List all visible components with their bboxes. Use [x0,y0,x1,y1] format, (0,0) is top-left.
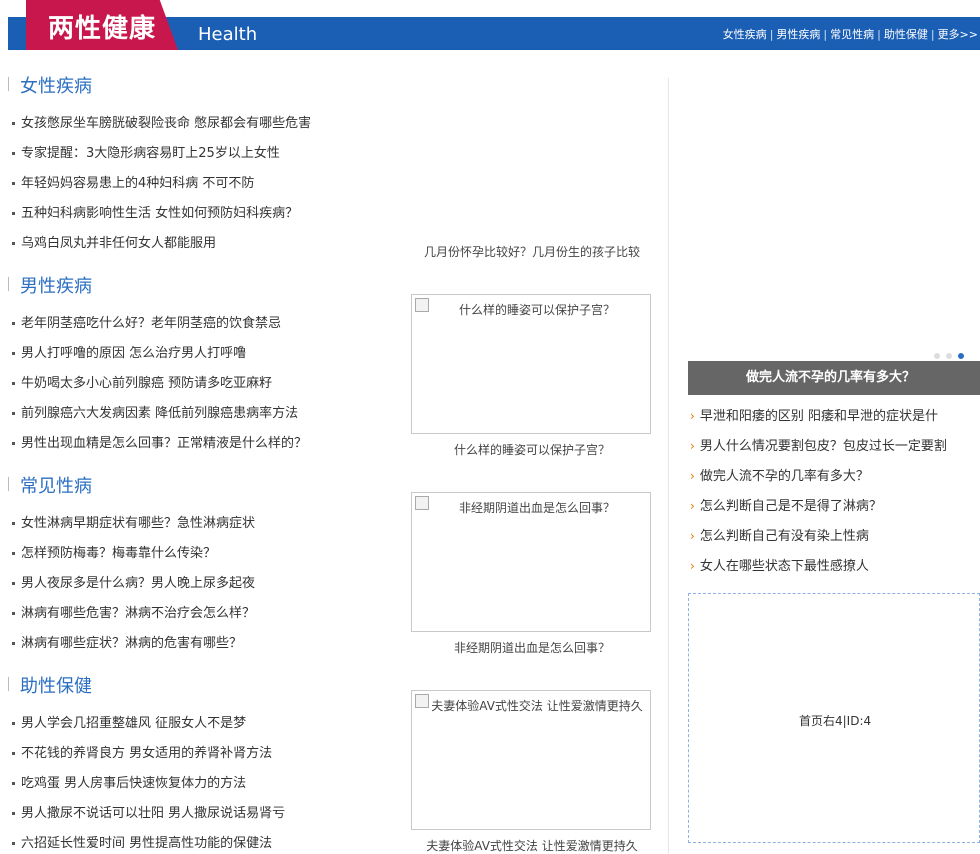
list-item[interactable]: 怎样预防梅毒？梅毒靠什么传染？ [12,542,255,572]
list-item[interactable]: 怎么判断自己有没有染上性病 [690,522,980,552]
list-item[interactable]: 女孩憋尿坐车膀胱破裂险丧命 憋尿都会有哪些危害 [12,112,311,142]
nav-sep: | [769,28,774,41]
list-item[interactable]: 男人夜尿多是什么病？男人晚上尿多起夜 [12,572,255,602]
list-item[interactable]: 男性出现血精是怎么回事？正常精液是什么样的？ [12,432,307,462]
list-item[interactable]: 牛奶喝太多小心前列腺癌 预防请多吃亚麻籽 [12,372,307,402]
top-nav: 女性疾病 | 男性疾病 | 常见性病 | 助性保健 | 更多>> [723,26,978,42]
image-caption[interactable]: 非经期阴道出血是怎么回事？ [408,639,656,656]
nav-link-std[interactable]: 常见性病 [830,28,874,41]
list-item[interactable]: 不花钱的养肾良方 男女适用的养肾补肾方法 [12,742,285,772]
list-item[interactable]: 男人学会几招重整雄风 征服女人不是梦 [12,712,285,742]
article-list: 老年阴茎癌吃什么好？老年阴茎癌的饮食禁忌 男人打呼噜的原因 怎么治疗男人打呼噜 … [12,312,307,462]
slider-dot-active[interactable] [958,353,964,359]
section-title[interactable]: 女性疾病 [8,72,92,98]
list-item[interactable]: 前列腺癌六大发病因素 降低前列腺癌患病率方法 [12,402,307,432]
slider-dot[interactable] [934,353,940,359]
broken-image-icon [415,694,429,708]
site-subtitle: Health [198,24,258,45]
nav-link-female[interactable]: 女性疾病 [723,28,767,41]
right-column: 做完人流不孕的几率有多大？ 早泄和阳痿的区别 阳痿和早泄的症状是什 男人什么情况… [686,60,980,854]
list-item[interactable]: 吃鸡蛋 男人房事后快速恢复体力的方法 [12,772,285,802]
image-alt-text: 非经期阴道出血是怎么回事？ [458,501,615,515]
slider-caption[interactable]: 做完人流不孕的几率有多大？ [688,361,980,395]
list-item[interactable]: 淋病有哪些症状？淋病的危害有哪些？ [12,632,255,662]
nav-sep: | [877,28,881,41]
nav-sep: | [930,28,935,41]
ad-slot[interactable]: 首页右4|ID:4 [688,593,980,843]
list-item[interactable]: 男人打呼噜的原因 怎么治疗男人打呼噜 [12,342,307,372]
section-title[interactable]: 助性保健 [8,672,92,698]
section-title[interactable]: 常见性病 [8,472,92,498]
list-item[interactable]: 女人在哪些状态下最性感撩人 [690,552,980,582]
nav-link-more[interactable]: 更多>> [938,28,978,41]
article-image[interactable]: 夫妻体验AV式性交法 让性爱激情更持久 [411,690,651,830]
list-item[interactable]: 五种妇科病影响性生活 女性如何预防妇科疾病？ [12,202,311,232]
hot-article-list: 早泄和阳痿的区别 阳痿和早泄的症状是什 男人什么情况要割包皮？包皮过长一定要割 … [690,402,980,582]
nav-link-care[interactable]: 助性保健 [884,28,928,41]
image-caption[interactable]: 夫妻体验AV式性交法 让性爱激情更持久 [408,837,656,854]
image-alt-text: 夫妻体验AV式性交法 让性爱激情更持久 [431,699,643,713]
list-item[interactable]: 乌鸡白凤丸并非任何女人都能服用 [12,232,311,262]
list-item[interactable]: 男人什么情况要割包皮？包皮过长一定要割 [690,432,980,462]
column-divider [668,78,669,854]
article-list: 男人学会几招重整雄风 征服女人不是梦 不花钱的养肾良方 男女适用的养肾补肾方法 … [12,712,285,854]
site-title[interactable]: 两性健康 [48,8,156,45]
ad-label: 首页右4|ID:4 [799,714,872,728]
list-item[interactable]: 做完人流不孕的几率有多大？ [690,462,980,492]
middle-column: 几月份怀孕比较好？几月份生的孩子比较 什么样的睡姿可以保护子宫？ 什么样的睡姿可… [408,60,666,854]
list-item[interactable]: 早泄和阳痿的区别 阳痿和早泄的症状是什 [690,402,980,432]
nav-sep: | [823,28,828,41]
list-item[interactable]: 专家提醒：3大隐形病容易盯上25岁以上女性 [12,142,311,172]
list-item[interactable]: 年轻妈妈容易患上的4种妇科病 不可不防 [12,172,311,202]
list-item[interactable]: 男人撒尿不说话可以壮阳 男人撒尿说话易肾亏 [12,802,285,832]
article-image[interactable]: 非经期阴道出血是怎么回事？ [411,492,651,632]
image-caption[interactable]: 几月份怀孕比较好？几月份生的孩子比较 [408,243,656,260]
image-caption[interactable]: 什么样的睡姿可以保护子宫？ [408,441,656,458]
section-title[interactable]: 男性疾病 [8,272,92,298]
article-list: 女性淋病早期症状有哪些？急性淋病症状 怎样预防梅毒？梅毒靠什么传染？ 男人夜尿多… [12,512,255,662]
list-item[interactable]: 老年阴茎癌吃什么好？老年阴茎癌的饮食禁忌 [12,312,307,342]
list-item[interactable]: 淋病有哪些危害？淋病不治疗会怎么样？ [12,602,255,632]
list-item[interactable]: 怎么判断自己是不是得了淋病？ [690,492,980,522]
article-list: 女孩憋尿坐车膀胱破裂险丧命 憋尿都会有哪些危害 专家提醒：3大隐形病容易盯上25… [12,112,311,262]
list-item[interactable]: 女性淋病早期症状有哪些？急性淋病症状 [12,512,255,542]
article-image[interactable]: 什么样的睡姿可以保护子宫？ [411,294,651,434]
list-item[interactable]: 六招延长性爱时间 男性提高性功能的保健法 [12,832,285,854]
broken-image-icon [415,496,429,510]
nav-link-male[interactable]: 男性疾病 [776,28,820,41]
broken-image-icon [415,298,429,312]
image-alt-text: 什么样的睡姿可以保护子宫？ [458,303,615,317]
header: 两性健康 Health 女性疾病 | 男性疾病 | 常见性病 | 助性保健 | 更多>> [8,0,980,50]
slider-dot[interactable] [946,353,952,359]
